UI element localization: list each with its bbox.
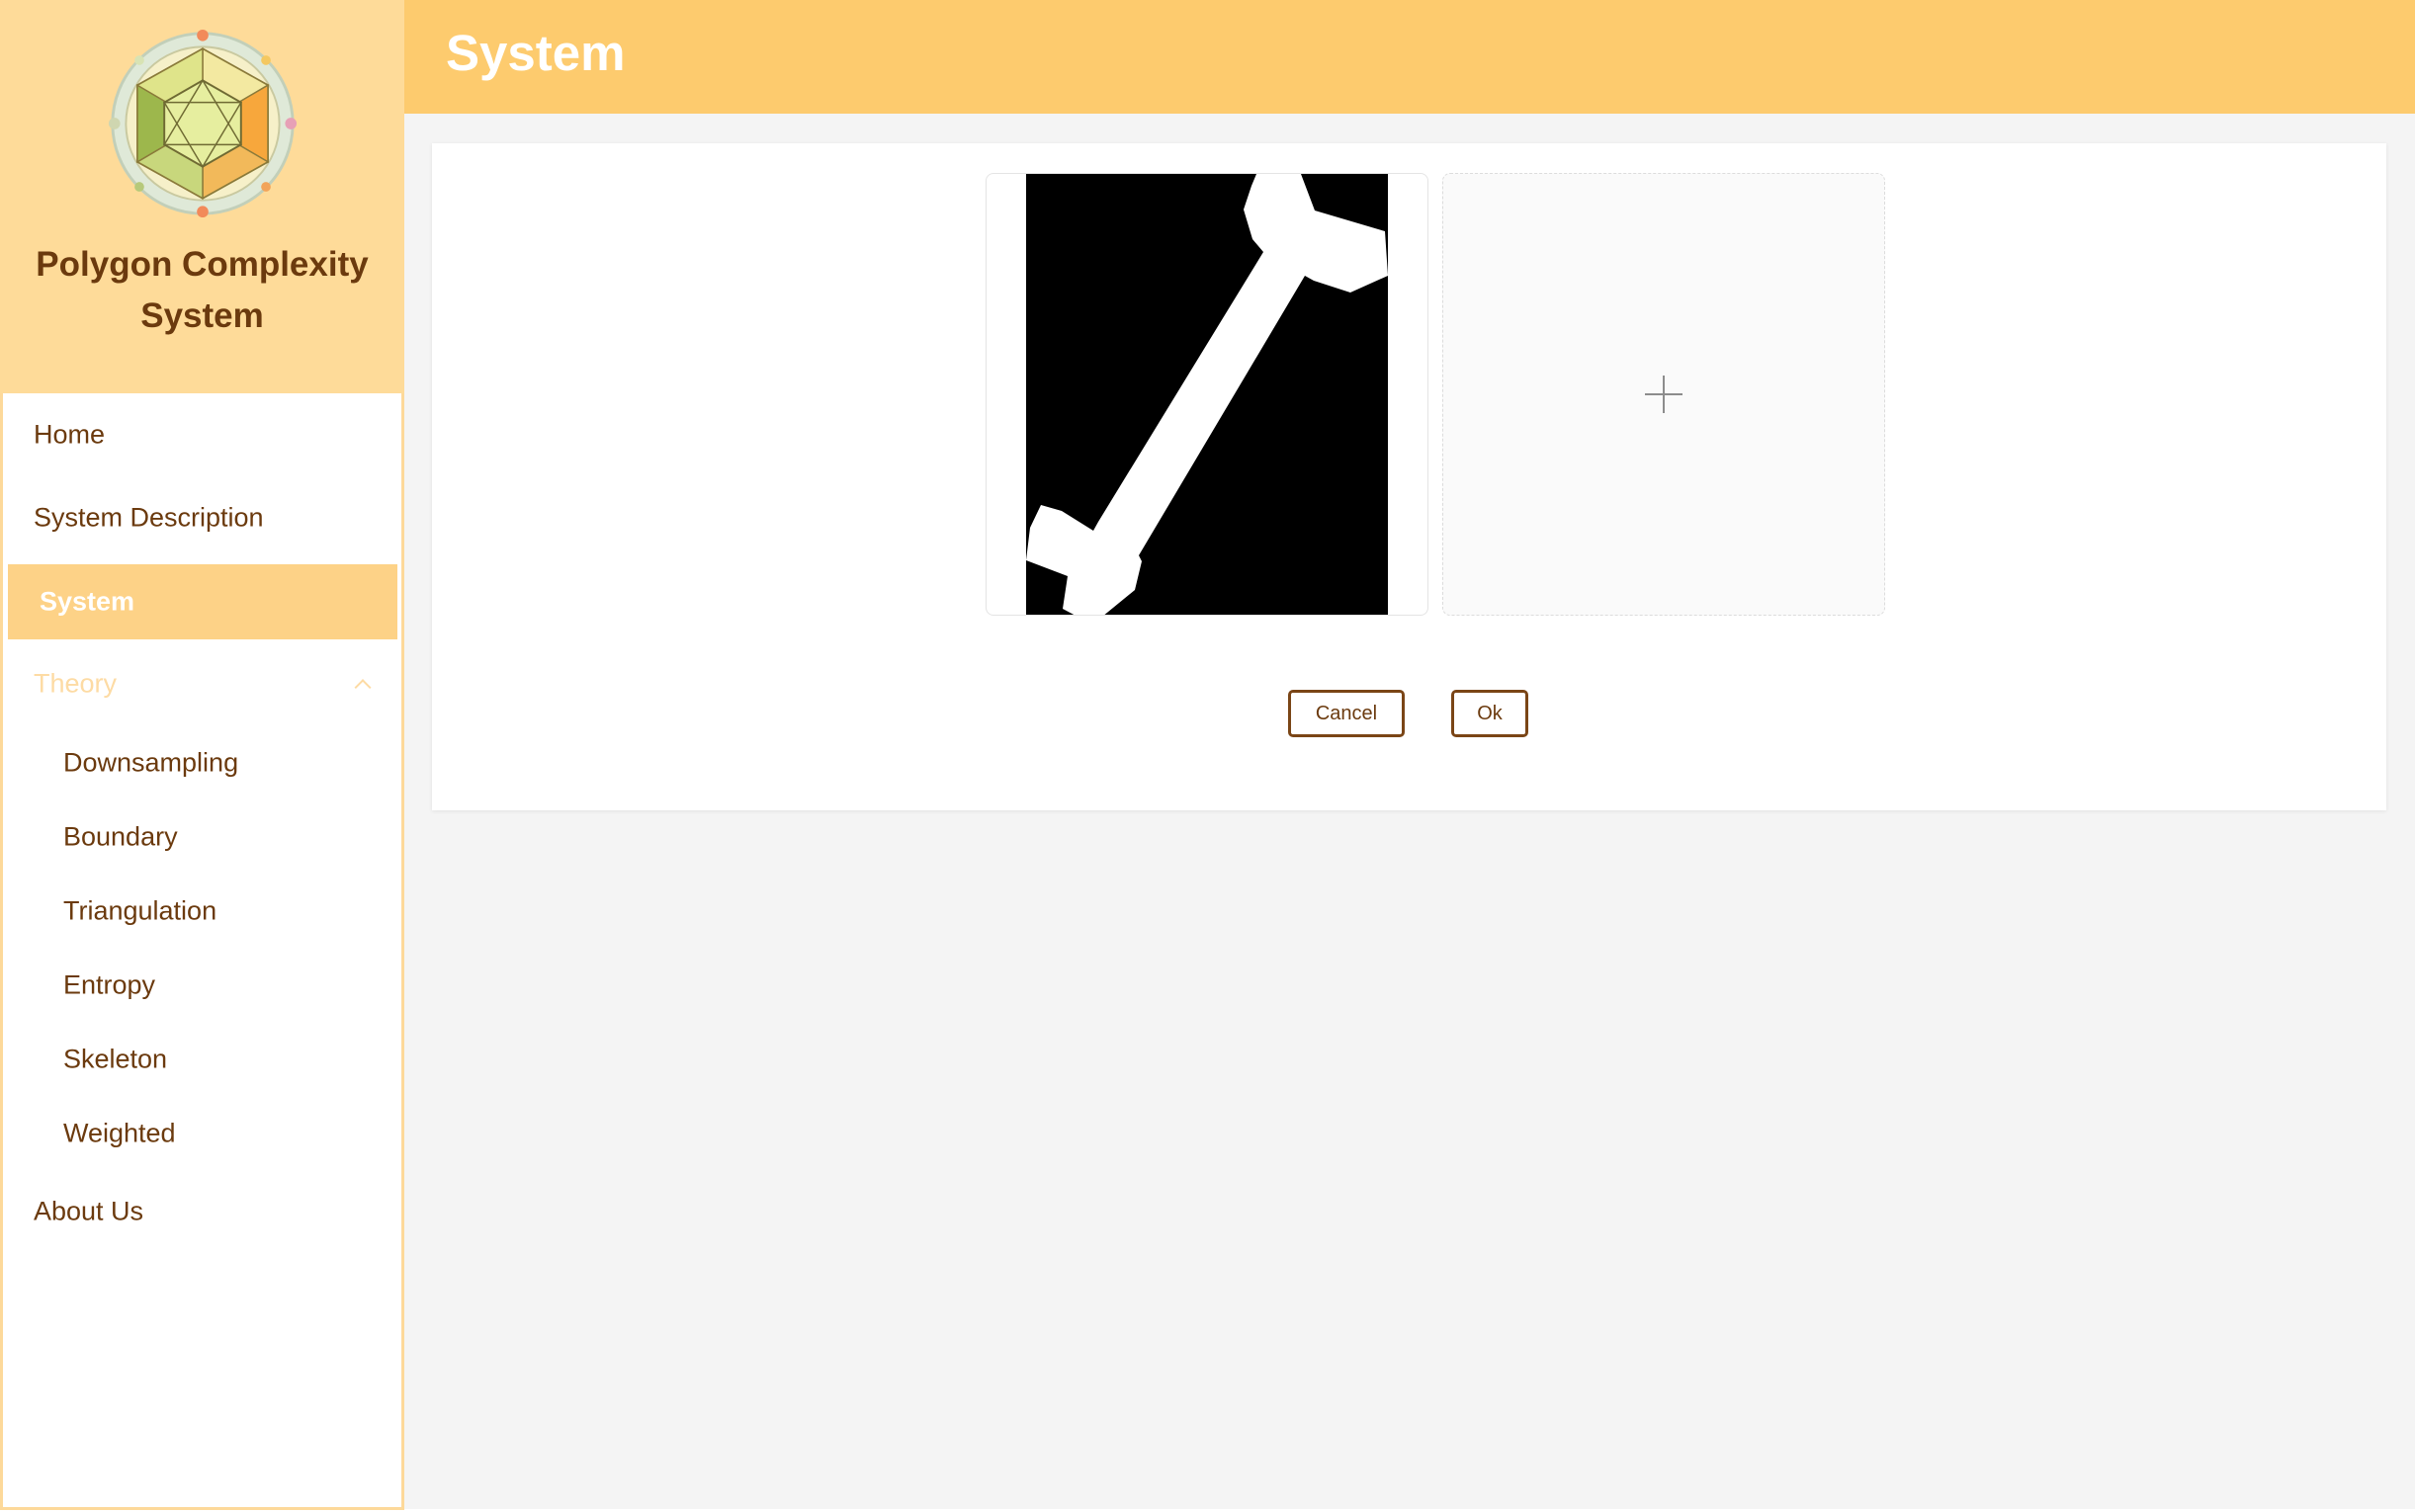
sidebar-item-entropy[interactable]: Entropy [3,948,398,1022]
sidebar-item-label: Boundary [63,821,178,851]
main-content: Cancel Ok [404,114,2415,1509]
sidebar-item-label: Weighted [63,1118,176,1147]
ok-button[interactable]: Ok [1451,690,1528,737]
sidebar-item-label: Entropy [63,969,156,999]
sidebar-item-boundary[interactable]: Boundary [3,799,398,874]
chevron-up-icon [354,679,372,697]
sidebar-item-label: Home [34,419,106,450]
bone-silhouette-image [1026,174,1388,615]
upload-card: Cancel Ok [432,143,2386,810]
sidebar-item-weighted[interactable]: Weighted [3,1096,398,1170]
sidebar-item-home[interactable]: Home [3,393,398,476]
sidebar-item-triangulation[interactable]: Triangulation [3,874,398,948]
sidebar-item-about-us[interactable]: About Us [3,1170,398,1253]
app-title: Polygon Complexity System [36,245,369,335]
page-header: System [404,0,2415,114]
page-title: System [446,25,626,81]
sidebar-group-theory[interactable]: Theory [3,642,398,725]
sidebar-item-label: About Us [34,1196,144,1226]
sidebar-item-downsampling[interactable]: Downsampling [3,725,398,799]
sidebar-item-system[interactable]: System [8,564,397,639]
brand-panel: Polygon Complexity System [0,0,404,393]
sidebar-item-label: System Description [34,502,264,533]
sidebar-item-label: Triangulation [63,895,217,925]
sidebar-item-label: Skeleton [63,1044,168,1073]
sidebar-item-label: System [40,586,135,617]
sidebar-item-skeleton[interactable]: Skeleton [3,1022,398,1096]
add-image-button[interactable] [1442,173,1885,616]
sidebar-item-system-description[interactable]: System Description [3,476,398,559]
polygon-logo-icon [108,29,297,218]
uploaded-image-item[interactable] [986,173,1428,616]
sidebar-item-label: Theory [34,668,118,699]
sidebar: Polygon Complexity System Home System De… [0,0,404,1510]
sidebar-item-label: Downsampling [63,747,239,777]
plus-icon [1645,376,1682,413]
cancel-button[interactable]: Cancel [1288,690,1405,737]
